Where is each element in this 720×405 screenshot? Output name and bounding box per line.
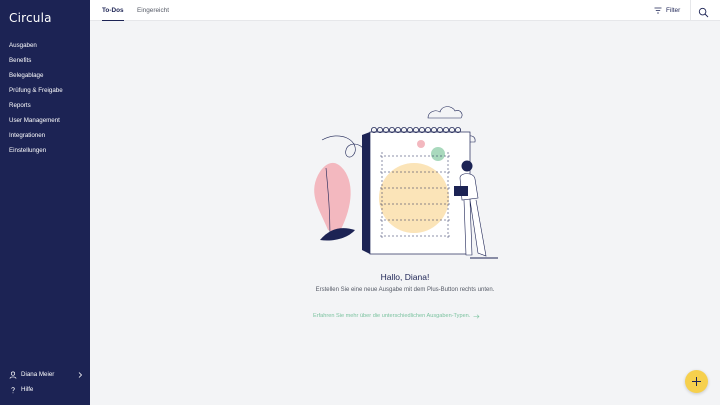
learn-more-link[interactable]: Erfahren Sie mehr über die unterschiedli… bbox=[313, 313, 503, 319]
empty-state-message: Erstellen Sie eine neue Ausgabe mit dem … bbox=[315, 287, 495, 293]
top-bar: To-Dos Eingereicht Filter bbox=[90, 0, 720, 21]
user-icon bbox=[9, 371, 17, 379]
help-label: Hilfe bbox=[21, 386, 34, 393]
search-icon bbox=[698, 7, 709, 18]
user-name: Diana Meier bbox=[21, 371, 55, 378]
user-profile-button[interactable]: Diana Meier bbox=[9, 367, 83, 382]
learn-more-label: Erfahren Sie mehr über die unterschiedli… bbox=[313, 313, 471, 319]
filter-label: Filter bbox=[666, 7, 681, 14]
sidebar-item-pruefung-freigabe[interactable]: Prüfung & Freigabe bbox=[9, 83, 63, 98]
empty-state-illustration bbox=[314, 106, 498, 259]
arrow-right-icon bbox=[473, 313, 480, 319]
filter-icon bbox=[654, 7, 662, 14]
sidebar-item-belegablage[interactable]: Belegablage bbox=[9, 68, 63, 83]
help-button[interactable]: Hilfe bbox=[9, 382, 83, 397]
sidebar-item-user-management[interactable]: User Management bbox=[9, 113, 63, 128]
help-icon bbox=[9, 386, 17, 394]
sidebar-item-benefits[interactable]: Benefits bbox=[9, 53, 63, 68]
sidebar: Circula Ausgaben Benefits Belegablage Pr… bbox=[0, 0, 90, 405]
sidebar-footer: Diana Meier Hilfe bbox=[9, 367, 83, 397]
toolbar-divider bbox=[690, 0, 691, 21]
tab-todos[interactable]: To-Dos bbox=[102, 0, 124, 21]
sidebar-item-einstellungen[interactable]: Einstellungen bbox=[9, 143, 63, 158]
greeting-heading: Hallo, Diana! bbox=[380, 272, 430, 282]
filter-button[interactable]: Filter bbox=[654, 0, 680, 21]
chevron-right-icon bbox=[77, 371, 83, 379]
sidebar-item-reports[interactable]: Reports bbox=[9, 98, 63, 113]
sidebar-nav: Ausgaben Benefits Belegablage Prüfung & … bbox=[9, 38, 63, 158]
add-expense-button[interactable] bbox=[685, 370, 708, 393]
app-logo[interactable]: Circula bbox=[9, 11, 52, 25]
sidebar-item-integrationen[interactable]: Integrationen bbox=[9, 128, 63, 143]
plus-icon bbox=[692, 377, 701, 386]
search-button[interactable] bbox=[698, 5, 709, 18]
sidebar-item-ausgaben[interactable]: Ausgaben bbox=[9, 38, 63, 53]
tab-eingereicht[interactable]: Eingereicht bbox=[137, 0, 169, 21]
